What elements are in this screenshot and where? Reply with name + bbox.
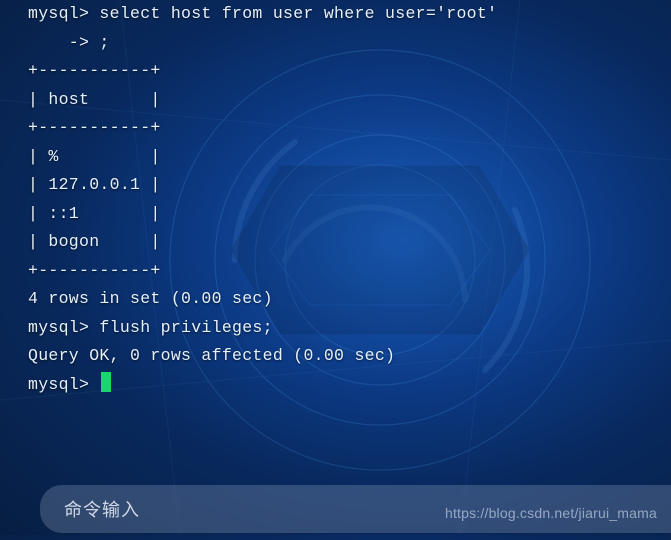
terminal-output: mysql> select host from user where user=… bbox=[0, 0, 671, 399]
terminal-line: +-----------+ bbox=[28, 257, 643, 286]
terminal-prompt-line: mysql> bbox=[28, 371, 643, 400]
terminal-line: | 127.0.0.1 | bbox=[28, 171, 643, 200]
watermark-text: https://blog.csdn.net/jiarui_mama bbox=[445, 505, 657, 521]
terminal-line: 4 rows in set (0.00 sec) bbox=[28, 285, 643, 314]
terminal-line: | % | bbox=[28, 143, 643, 172]
terminal-line: | bogon | bbox=[28, 228, 643, 257]
terminal-line: mysql> select host from user where user=… bbox=[28, 0, 643, 29]
terminal-line: | host | bbox=[28, 86, 643, 115]
terminal-line: +-----------+ bbox=[28, 57, 643, 86]
terminal-line: mysql> flush privileges; bbox=[28, 314, 643, 343]
terminal-line: -> ; bbox=[28, 29, 643, 58]
terminal-line: | ::1 | bbox=[28, 200, 643, 229]
command-input-placeholder: 命令输入 bbox=[64, 496, 140, 522]
prompt-text: mysql> bbox=[28, 375, 99, 394]
cursor-icon bbox=[101, 372, 111, 392]
terminal-line: Query OK, 0 rows affected (0.00 sec) bbox=[28, 342, 643, 371]
terminal-line: +-----------+ bbox=[28, 114, 643, 143]
